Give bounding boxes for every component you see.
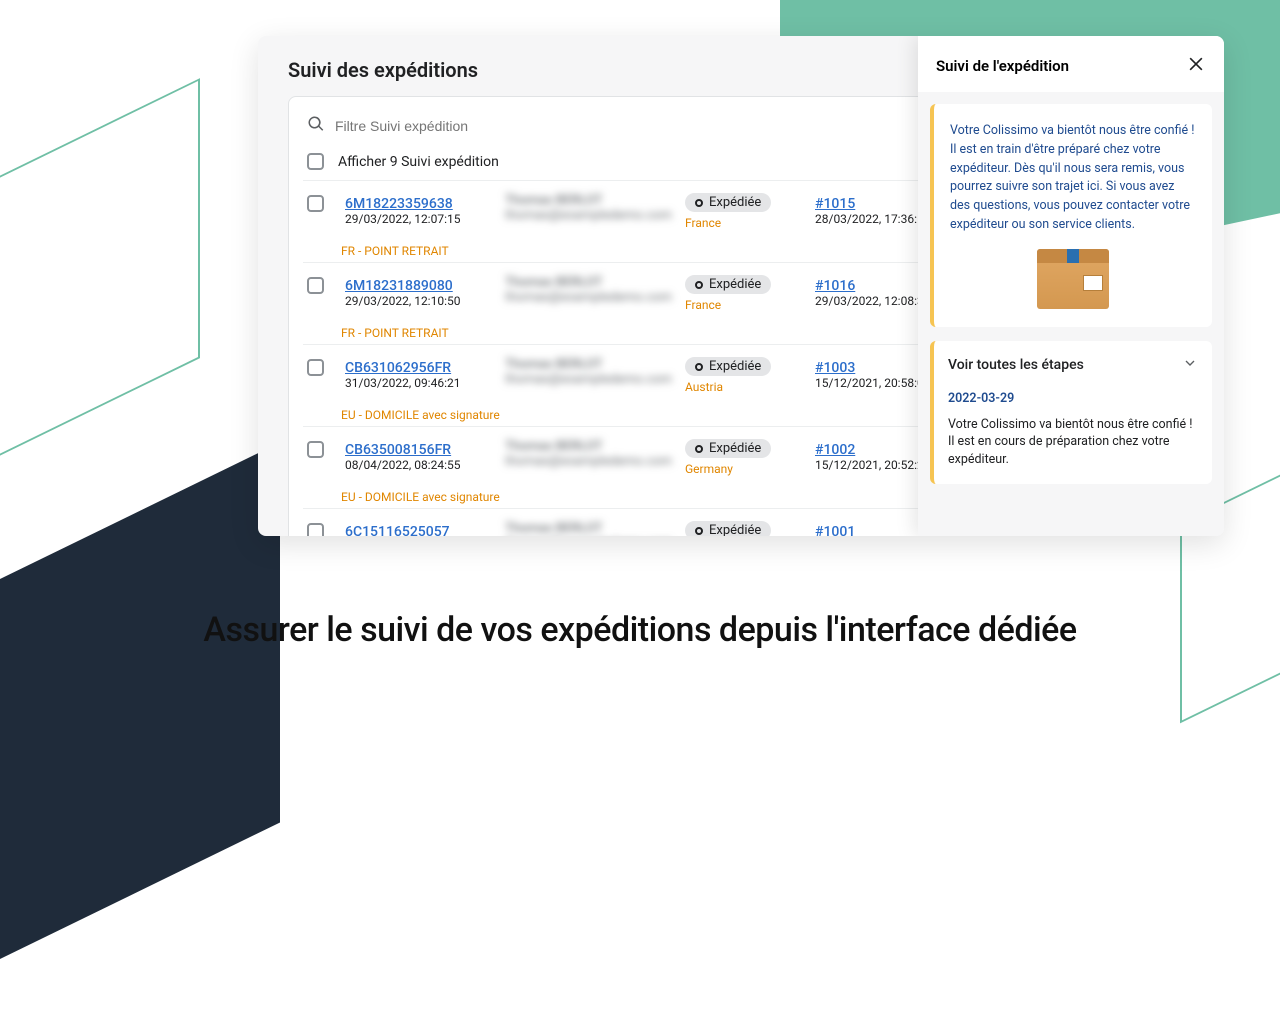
panel-title: Suivi de l'expédition	[936, 57, 1069, 75]
order-link[interactable]: #1003	[815, 360, 855, 376]
row-checkbox[interactable]	[307, 195, 324, 212]
country-label: Austria	[685, 380, 723, 394]
steps-card: Voir toutes les étapes 2022-03-29 Votre …	[930, 341, 1212, 485]
tracking-timestamp: 29/03/2022, 12:07:15	[345, 212, 495, 226]
steps-toggle[interactable]: Voir toutes les étapes	[948, 355, 1198, 375]
status-badge: Expédiée	[685, 193, 771, 212]
row-checkbox[interactable]	[307, 359, 324, 376]
order-link[interactable]: #1016	[815, 278, 855, 294]
search-icon	[307, 115, 325, 137]
step-text: Votre Colissimo va bientôt nous être con…	[948, 416, 1198, 469]
count-label: Afficher 9 Suivi expédition	[338, 154, 499, 170]
order-link[interactable]: #1015	[815, 196, 855, 212]
marketing-caption: Assurer le suivi de vos expéditions depu…	[0, 610, 1280, 650]
order-link[interactable]: #1001	[815, 524, 855, 536]
customer-cell: Thomas BERLOT thomas@exampledemo.com	[505, 275, 675, 305]
customer-cell: Thomas BERLOT thomas@exampledemo.com	[505, 357, 675, 387]
tracking-link[interactable]: CB631062956FR	[345, 360, 451, 376]
step-date: 2022-03-29	[948, 391, 1198, 406]
status-badge: Expédiée	[685, 357, 771, 376]
tracking-message-card: Votre Colissimo va bientôt nous être con…	[930, 104, 1212, 327]
package-icon	[950, 235, 1196, 313]
detail-panel: Suivi de l'expédition Votre Colissimo va…	[918, 36, 1224, 536]
tracking-link[interactable]: 6C15116525057	[345, 524, 450, 536]
row-checkbox[interactable]	[307, 441, 324, 458]
tracking-link[interactable]: CB635008156FR	[345, 442, 451, 458]
tracking-timestamp: 31/03/2022, 09:46:21	[345, 376, 495, 390]
customer-cell: Thomas BERLOT thomas@exampledemo.com	[505, 521, 675, 536]
chevron-down-icon	[1182, 355, 1198, 375]
row-checkbox[interactable]	[307, 523, 324, 536]
customer-cell: Thomas BERLOT thomas@exampledemo.com	[505, 439, 675, 469]
country-label: France	[685, 298, 721, 312]
status-badge: Expédiée	[685, 439, 771, 458]
tracking-link[interactable]: 6M18223359638	[345, 196, 453, 212]
tracking-timestamp: 08/04/2022, 08:24:55	[345, 458, 495, 472]
status-badge: Expédiée	[685, 275, 771, 294]
country-label: France	[685, 216, 721, 230]
status-badge: Expédiée	[685, 521, 771, 536]
tracking-panel: Suivi des expéditions Afficher 9 Suivi e…	[258, 36, 1224, 536]
customer-cell: Thomas BERLOT thomas@exampledemo.com	[505, 193, 675, 223]
tracking-timestamp: 29/03/2022, 12:10:50	[345, 294, 495, 308]
close-icon[interactable]	[1186, 54, 1206, 78]
tracking-message: Votre Colissimo va bientôt nous être con…	[950, 122, 1196, 235]
row-checkbox[interactable]	[307, 277, 324, 294]
order-link[interactable]: #1002	[815, 442, 855, 458]
tracking-link[interactable]: 6M18231889080	[345, 278, 453, 294]
country-label: Germany	[685, 462, 733, 476]
select-all-checkbox[interactable]	[307, 153, 324, 170]
